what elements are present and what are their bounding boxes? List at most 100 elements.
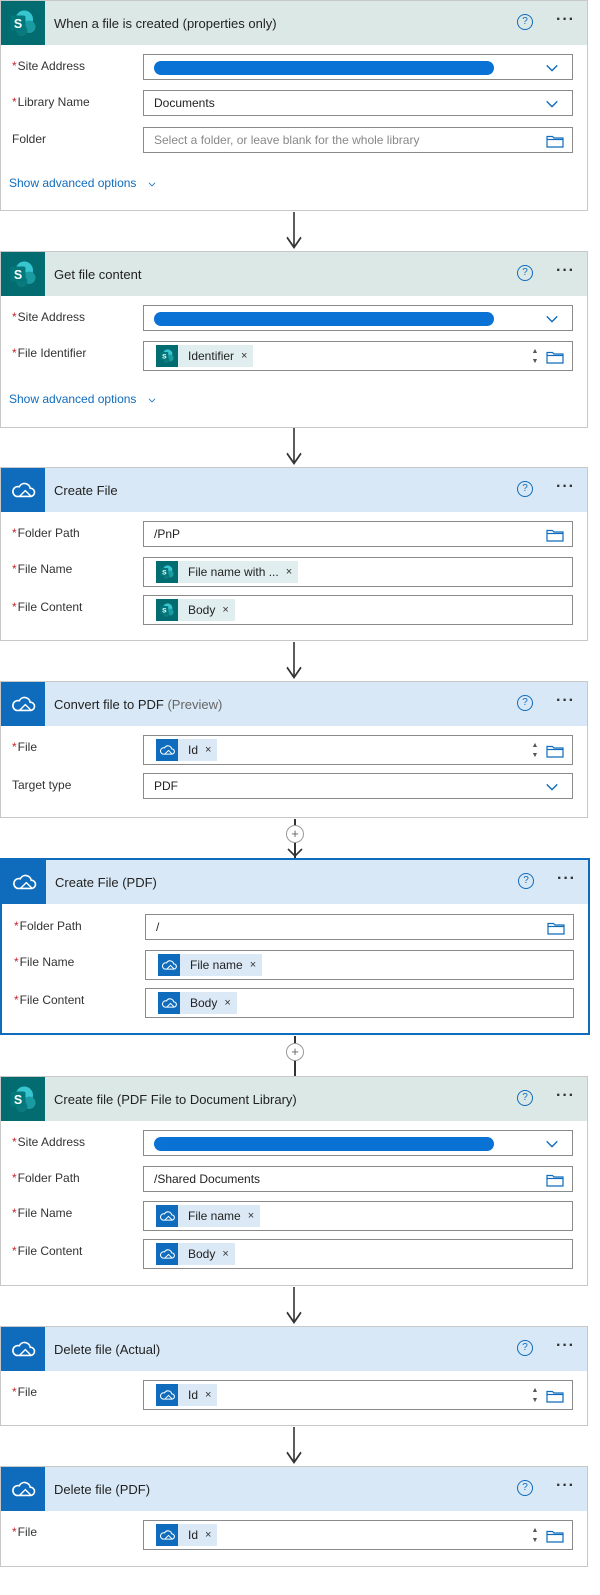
more-ellipsis-icon[interactable]: ··· <box>556 692 575 710</box>
help-circle-icon[interactable]: ? <box>517 481 533 497</box>
folder-icon[interactable] <box>546 350 564 364</box>
folder-icon[interactable] <box>546 528 564 542</box>
chevron-down-icon[interactable] <box>544 780 560 794</box>
card-title: Create file (PDF File to Document Librar… <box>54 1091 297 1107</box>
folder-path-input[interactable]: / <box>145 914 574 940</box>
folder-path-input[interactable]: /PnP <box>143 521 573 547</box>
more-ellipsis-icon[interactable]: ··· <box>556 262 575 280</box>
close-icon[interactable]: × <box>222 604 228 616</box>
file-content-input[interactable]: Body × <box>143 595 573 625</box>
close-icon[interactable]: × <box>286 566 292 578</box>
dynamic-token[interactable]: Id × <box>156 1524 218 1546</box>
site-address-dropdown[interactable] <box>143 305 573 331</box>
token-label: Body <box>188 1247 216 1261</box>
card-header[interactable]: Convert file to PDF (Preview) ? ··· <box>1 682 587 726</box>
card-header[interactable]: Create file (PDF File to Document Librar… <box>1 1077 587 1121</box>
help-circle-icon[interactable]: ? <box>517 1340 533 1356</box>
card-header[interactable]: When a file is created (properties only)… <box>1 1 587 45</box>
action-card-create-file-pdf[interactable]: Create File (PDF) ? ··· *Folder Path / *… <box>0 858 590 1035</box>
chevron-down-icon[interactable] <box>544 1137 560 1151</box>
trigger-card-file-created[interactable]: When a file is created (properties only)… <box>0 0 588 211</box>
add-step-button[interactable]: + <box>286 1043 304 1061</box>
dynamic-token[interactable]: File name × <box>158 954 263 976</box>
help-circle-icon[interactable]: ? <box>517 1480 533 1496</box>
folder-path-input[interactable]: /Shared Documents <box>143 1166 573 1192</box>
folder-icon[interactable] <box>546 1389 564 1403</box>
site-address-dropdown[interactable] <box>143 1130 573 1156</box>
action-card-delete-file-pdf[interactable]: Delete file (PDF) ? ··· *File Id × ▲ ▼ <box>0 1466 588 1567</box>
chevron-down-icon[interactable] <box>544 61 560 75</box>
field-label: *File <box>12 740 38 754</box>
field-label: *Site Address <box>12 1135 86 1149</box>
close-icon[interactable]: × <box>205 1389 211 1401</box>
help-circle-icon[interactable]: ? <box>517 14 533 30</box>
onedrive-cloud-icon <box>158 992 180 1014</box>
stepper[interactable]: ▲ ▼ <box>530 1526 540 1546</box>
close-icon[interactable]: × <box>250 959 256 971</box>
action-card-get-file-content[interactable]: Get file content ? ··· *Site Address *Fi… <box>0 251 588 428</box>
show-advanced-options-link[interactable]: Show advanced options <box>9 176 158 190</box>
dynamic-token[interactable]: Id × <box>156 739 218 761</box>
dynamic-token[interactable]: Body × <box>158 992 237 1014</box>
close-icon[interactable]: × <box>222 1248 228 1260</box>
chevron-down-icon <box>146 395 158 405</box>
chevron-down-icon[interactable] <box>544 312 560 326</box>
card-header[interactable]: Create File (PDF) ? ··· <box>2 860 588 904</box>
folder-icon[interactable] <box>546 744 564 758</box>
more-ellipsis-icon[interactable]: ··· <box>556 1477 575 1495</box>
file-name-input[interactable]: File name with ... × <box>143 557 573 587</box>
help-circle-icon[interactable]: ? <box>517 265 533 281</box>
close-icon[interactable]: × <box>224 997 230 1009</box>
site-address-dropdown[interactable] <box>143 54 573 80</box>
file-input[interactable]: Id × ▲ ▼ <box>143 1380 573 1410</box>
stepper[interactable]: ▲ ▼ <box>530 741 540 761</box>
redacted-value <box>154 1137 494 1151</box>
library-name-dropdown[interactable]: Documents <box>143 90 573 116</box>
folder-input[interactable]: Select a folder, or leave blank for the … <box>143 127 573 153</box>
show-advanced-options-link[interactable]: Show advanced options <box>9 392 158 406</box>
close-icon[interactable]: × <box>205 744 211 756</box>
file-name-input[interactable]: File name × <box>143 1201 573 1231</box>
file-input[interactable]: Id × ▲ ▼ <box>143 1520 573 1550</box>
dynamic-token[interactable]: Body × <box>156 1243 235 1265</box>
action-card-create-file-doc-library[interactable]: Create file (PDF File to Document Librar… <box>0 1076 588 1286</box>
dynamic-token[interactable]: Body × <box>156 599 235 621</box>
file-content-input[interactable]: Body × <box>145 988 574 1018</box>
target-type-dropdown[interactable]: PDF <box>143 773 573 799</box>
action-card-create-file[interactable]: Create File ? ··· *Folder Path /PnP *Fil… <box>0 467 588 641</box>
close-icon[interactable]: × <box>241 350 247 362</box>
add-step-button[interactable]: + <box>286 825 304 843</box>
folder-icon[interactable] <box>546 1173 564 1187</box>
file-identifier-input[interactable]: Identifier × ▲ ▼ <box>143 341 573 371</box>
action-card-delete-file-actual[interactable]: Delete file (Actual) ? ··· *File Id × ▲ ▼ <box>0 1326 588 1426</box>
file-content-input[interactable]: Body × <box>143 1239 573 1269</box>
action-card-convert-to-pdf[interactable]: Convert file to PDF (Preview) ? ··· *Fil… <box>0 681 588 818</box>
close-icon[interactable]: × <box>248 1210 254 1222</box>
file-input[interactable]: Id × ▲ ▼ <box>143 735 573 765</box>
chevron-down-icon[interactable] <box>544 97 560 111</box>
more-ellipsis-icon[interactable]: ··· <box>556 478 575 496</box>
folder-icon[interactable] <box>546 1529 564 1543</box>
card-header[interactable]: Delete file (PDF) ? ··· <box>1 1467 587 1511</box>
help-circle-icon[interactable]: ? <box>518 873 534 889</box>
more-ellipsis-icon[interactable]: ··· <box>557 870 576 888</box>
dynamic-token[interactable]: Id × <box>156 1384 218 1406</box>
close-icon[interactable]: × <box>205 1529 211 1541</box>
folder-icon[interactable] <box>547 921 565 935</box>
card-header[interactable]: Delete file (Actual) ? ··· <box>1 1327 587 1371</box>
field-row: *File Name File name × <box>1 1201 587 1231</box>
help-circle-icon[interactable]: ? <box>517 695 533 711</box>
more-ellipsis-icon[interactable]: ··· <box>556 1087 575 1105</box>
dynamic-token[interactable]: File name × <box>156 1205 261 1227</box>
dynamic-token[interactable]: File name with ... × <box>156 561 299 583</box>
file-name-input[interactable]: File name × <box>145 950 574 980</box>
folder-icon[interactable] <box>546 134 564 148</box>
stepper[interactable]: ▲ ▼ <box>530 1386 540 1406</box>
card-header[interactable]: Get file content ? ··· <box>1 252 587 296</box>
more-ellipsis-icon[interactable]: ··· <box>556 1337 575 1355</box>
card-header[interactable]: Create File ? ··· <box>1 468 587 512</box>
help-circle-icon[interactable]: ? <box>517 1090 533 1106</box>
dynamic-token[interactable]: Identifier × <box>156 345 254 367</box>
more-ellipsis-icon[interactable]: ··· <box>556 11 575 29</box>
stepper[interactable]: ▲ ▼ <box>530 347 540 367</box>
